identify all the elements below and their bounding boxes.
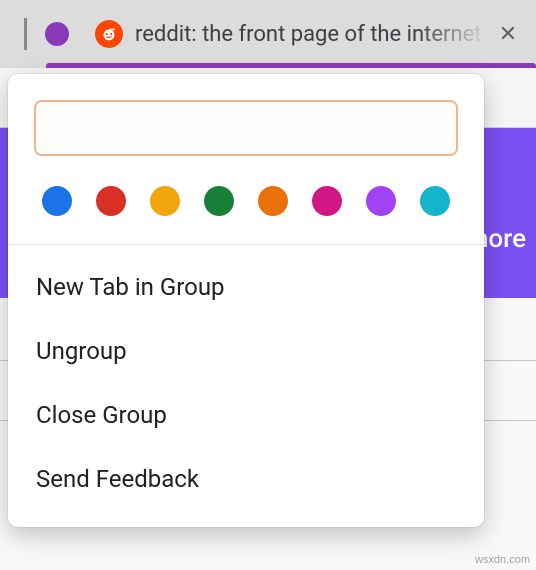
menu-list: New Tab in Group Ungroup Close Group Sen… [8, 245, 484, 527]
browser-tab[interactable]: reddit: the front page of the internet ✕ [89, 12, 528, 56]
color-swatch-green[interactable] [204, 186, 234, 216]
color-swatch-orange[interactable] [258, 186, 288, 216]
menu-close-group[interactable]: Close Group [8, 383, 484, 447]
tab-group-indicator[interactable] [45, 22, 69, 46]
menu-ungroup[interactable]: Ungroup [8, 319, 484, 383]
color-swatch-pink[interactable] [312, 186, 342, 216]
tab-title: reddit: the front page of the internet [135, 22, 488, 47]
menu-new-tab-in-group[interactable]: New Tab in Group [8, 255, 484, 319]
close-icon[interactable]: ✕ [494, 20, 522, 48]
color-swatch-yellow[interactable] [150, 186, 180, 216]
color-swatch-purple[interactable] [366, 186, 396, 216]
menu-send-feedback[interactable]: Send Feedback [8, 447, 484, 511]
color-swatch-blue[interactable] [42, 186, 72, 216]
tab-group-edge [24, 18, 27, 50]
tab-group-menu: New Tab in Group Ungroup Close Group Sen… [8, 74, 484, 527]
group-name-input[interactable] [34, 100, 458, 156]
color-picker-row [8, 156, 484, 244]
color-swatch-red[interactable] [96, 186, 126, 216]
color-swatch-cyan[interactable] [420, 186, 450, 216]
reddit-icon [95, 20, 123, 48]
watermark: wsxdn.com [475, 554, 530, 566]
tab-strip: reddit: the front page of the internet ✕ [0, 0, 536, 68]
